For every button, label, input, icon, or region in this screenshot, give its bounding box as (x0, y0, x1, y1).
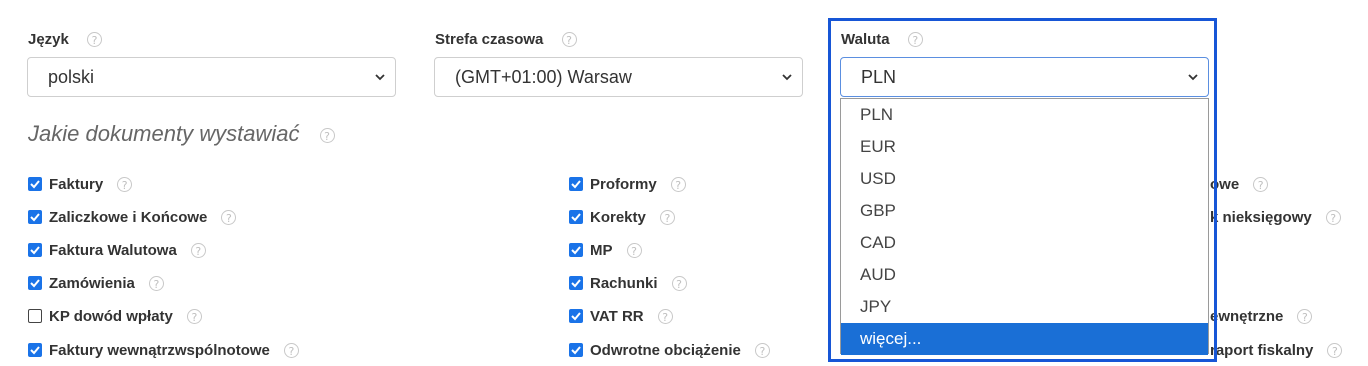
checkbox-label: Rachunki (590, 274, 658, 292)
language-label: Język ? (28, 31, 103, 48)
help-icon[interactable]: ? (148, 275, 164, 291)
help-icon[interactable]: ? (670, 176, 686, 192)
checkbox-partial-label[interactable]: k nieksięgowy ? (1210, 207, 1341, 227)
checkbox-mp[interactable]: MP ? (569, 240, 642, 260)
help-icon[interactable]: ? (1325, 209, 1341, 225)
checkbox-zamowienia[interactable]: Zamówienia ? (28, 273, 164, 293)
checkbox-checked[interactable] (28, 177, 42, 191)
help-icon[interactable]: ? (626, 242, 642, 258)
help-icon[interactable]: ? (1327, 342, 1343, 358)
help-icon[interactable]: ? (657, 308, 673, 324)
help-icon[interactable]: ? (190, 242, 206, 258)
section-title: Jakie dokumenty wystawiać ? (28, 121, 335, 147)
checkbox-label: Odwrotne obciążenie (590, 341, 741, 359)
checkbox-label: Faktura Walutowa (49, 241, 177, 259)
language-label-text: Język (28, 31, 69, 48)
checkbox-label: Korekty (590, 208, 646, 226)
help-icon[interactable]: ? (186, 308, 202, 324)
highlight-box (828, 18, 1217, 362)
checkbox-proformy[interactable]: Proformy ? (569, 174, 686, 194)
checkbox-kp-dowod-wplaty[interactable]: KP dowód wpłaty ? (28, 306, 202, 326)
checkbox-checked[interactable] (569, 210, 583, 224)
checkbox-label: KP dowód wpłaty (49, 307, 173, 325)
chevron-down-icon (782, 74, 792, 81)
checkbox-zaliczkowe[interactable]: Zaliczkowe i Końcowe ? (28, 207, 237, 227)
checkbox-label: Faktury wewnątrzwspólnotowe (49, 341, 270, 359)
checkbox-checked[interactable] (569, 177, 583, 191)
checkbox-faktury-wewnatrzwspolnotowe[interactable]: Faktury wewnątrzwspólnotowe ? (28, 340, 299, 360)
checkbox-korekty[interactable]: Korekty ? (569, 207, 675, 227)
timezone-select-value: (GMT+01:00) Warsaw (455, 67, 632, 87)
timezone-label: Strefa czasowa ? (435, 31, 577, 48)
checkbox-checked[interactable] (28, 276, 42, 290)
timezone-select[interactable]: (GMT+01:00) Warsaw (434, 57, 803, 97)
help-icon[interactable]: ? (283, 342, 299, 358)
checkbox-checked[interactable] (569, 343, 583, 357)
checkbox-checked[interactable] (28, 210, 42, 224)
checkbox-faktury[interactable]: Faktury ? (28, 174, 133, 194)
checkbox-partial-label[interactable]: owe ? (1210, 174, 1269, 194)
checkbox-label: VAT RR (590, 307, 644, 325)
section-title-text: Jakie dokumenty wystawiać (28, 121, 300, 146)
checkbox-vat-rr[interactable]: VAT RR ? (569, 306, 673, 326)
checkbox-label: Zamówienia (49, 274, 135, 292)
checkbox-label: ewnętrzne (1210, 307, 1284, 325)
checkbox-checked[interactable] (28, 343, 42, 357)
checkbox-partial-label[interactable]: raport fiskalny ? (1210, 340, 1343, 360)
checkbox-odwrotne-obciazenie[interactable]: Odwrotne obciążenie ? (569, 340, 770, 360)
checkbox-label: k nieksięgowy (1210, 208, 1312, 226)
checkbox-checked[interactable] (569, 276, 583, 290)
checkbox-label: Faktury (49, 175, 104, 193)
checkbox-checked[interactable] (569, 243, 583, 257)
checkbox-label: MP (590, 241, 613, 259)
help-icon[interactable]: ? (117, 176, 133, 192)
help-icon[interactable]: ? (659, 209, 675, 225)
checkbox-label: Proformy (590, 175, 657, 193)
help-icon[interactable]: ? (1297, 308, 1313, 324)
checkbox-rachunki[interactable]: Rachunki ? (569, 273, 687, 293)
help-icon[interactable]: ? (1253, 176, 1269, 192)
help-icon[interactable]: ? (319, 127, 335, 143)
checkbox-checked[interactable] (569, 309, 583, 323)
checkbox-label: raport fiskalny (1210, 341, 1314, 359)
chevron-down-icon (375, 74, 385, 81)
timezone-label-text: Strefa czasowa (435, 31, 544, 48)
checkbox-checked[interactable] (28, 243, 42, 257)
help-icon[interactable]: ? (754, 342, 770, 358)
checkbox-partial-label[interactable]: ewnętrzne ? (1210, 306, 1313, 326)
checkbox-faktura-walutowa[interactable]: Faktura Walutowa ? (28, 240, 206, 260)
language-select[interactable]: polski (27, 57, 396, 97)
checkbox-unchecked[interactable] (28, 309, 42, 323)
help-icon[interactable]: ? (87, 32, 103, 47)
help-icon[interactable]: ? (671, 275, 687, 291)
help-icon[interactable]: ? (221, 209, 237, 225)
language-select-value: polski (48, 67, 95, 87)
help-icon[interactable]: ? (561, 32, 577, 47)
checkbox-label: Zaliczkowe i Końcowe (49, 208, 208, 226)
